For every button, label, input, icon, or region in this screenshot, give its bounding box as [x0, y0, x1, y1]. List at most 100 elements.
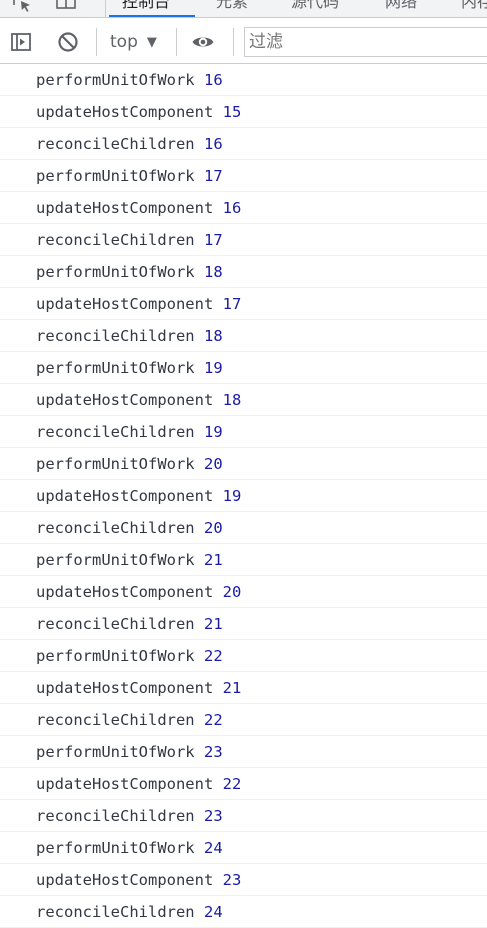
number-value: 17 [222, 295, 242, 313]
sidebar-toggle-icon[interactable] [9, 30, 33, 54]
console-message: updateHostComponent 23 [0, 864, 487, 896]
console-message: updateHostComponent 15 [0, 96, 487, 128]
message-text: reconcileChildren 20 [36, 519, 223, 537]
tab-sources[interactable]: 源代码 [291, 0, 339, 12]
console-message: reconcileChildren 18 [0, 320, 487, 352]
message-text: reconcileChildren 22 [36, 711, 223, 729]
message-text: performUnitOfWork 20 [36, 455, 223, 473]
number-value: 16 [222, 199, 242, 217]
console-message: updateHostComponent 20 [0, 576, 487, 608]
toolbar-separator [233, 28, 234, 56]
number-value: 24 [203, 903, 223, 921]
eye-icon[interactable] [191, 30, 215, 54]
tab-console[interactable]: 控制台 [122, 0, 170, 12]
console-message: performUnitOfWork 24 [0, 832, 487, 864]
context-selector[interactable]: top ▼ [110, 30, 157, 54]
function-name: updateHostComponent [36, 199, 214, 217]
function-name: performUnitOfWork [36, 647, 195, 665]
number-value: 23 [203, 807, 223, 825]
function-name: updateHostComponent [36, 295, 214, 313]
console-message: reconcileChildren 21 [0, 608, 487, 640]
console-message: reconcileChildren 16 [0, 128, 487, 160]
device-toolbar-icon[interactable] [55, 0, 77, 13]
number-value: 23 [203, 743, 223, 761]
console-message: updateHostComponent 19 [0, 480, 487, 512]
function-name: performUnitOfWork [36, 167, 195, 185]
number-value: 18 [203, 327, 223, 345]
console-messages: performUnitOfWork 16 updateHostComponent … [0, 64, 487, 928]
function-name: reconcileChildren [36, 519, 195, 537]
message-text: reconcileChildren 21 [36, 615, 223, 633]
console-message: performUnitOfWork 23 [0, 736, 487, 768]
message-text: updateHostComponent 15 [36, 103, 241, 121]
message-text: performUnitOfWork 23 [36, 743, 223, 761]
console-message: updateHostComponent 21 [0, 672, 487, 704]
message-text: updateHostComponent 20 [36, 583, 241, 601]
filter-input[interactable] [244, 27, 487, 57]
function-name: reconcileChildren [36, 807, 195, 825]
number-value: 16 [203, 71, 223, 89]
function-name: updateHostComponent [36, 583, 214, 601]
number-value: 20 [203, 519, 223, 537]
number-value: 21 [203, 551, 223, 569]
context-label: top [110, 32, 138, 52]
function-name: reconcileChildren [36, 423, 195, 441]
number-value: 22 [203, 711, 223, 729]
function-name: reconcileChildren [36, 711, 195, 729]
tab-separator [105, 0, 106, 17]
console-toolbar: top ▼ [0, 18, 487, 64]
tab-network[interactable]: 网络 [385, 0, 417, 12]
number-value: 20 [203, 455, 223, 473]
function-name: updateHostComponent [36, 679, 214, 697]
function-name: reconcileChildren [36, 231, 195, 249]
number-value: 16 [203, 135, 223, 153]
console-message: performUnitOfWork 21 [0, 544, 487, 576]
message-text: updateHostComponent 22 [36, 775, 241, 793]
message-text: updateHostComponent 16 [36, 199, 241, 217]
message-text: updateHostComponent 19 [36, 487, 241, 505]
number-value: 20 [222, 583, 242, 601]
message-text: performUnitOfWork 17 [36, 167, 223, 185]
console-message: reconcileChildren 24 [0, 896, 487, 928]
message-text: updateHostComponent 17 [36, 295, 241, 313]
console-message: performUnitOfWork 18 [0, 256, 487, 288]
number-value: 18 [203, 263, 223, 281]
console-message: performUnitOfWork 19 [0, 352, 487, 384]
message-text: reconcileChildren 19 [36, 423, 223, 441]
function-name: updateHostComponent [36, 871, 214, 889]
function-name: updateHostComponent [36, 103, 214, 121]
message-text: reconcileChildren 16 [36, 135, 223, 153]
tab-memory[interactable]: 内存 [461, 0, 487, 12]
clear-console-icon[interactable] [56, 30, 80, 54]
inspect-icon[interactable] [12, 0, 34, 13]
message-text: updateHostComponent 18 [36, 391, 241, 409]
console-message: performUnitOfWork 20 [0, 448, 487, 480]
message-text: performUnitOfWork 21 [36, 551, 223, 569]
tab-elements[interactable]: 元素 [216, 0, 248, 12]
console-message: updateHostComponent 22 [0, 768, 487, 800]
function-name: reconcileChildren [36, 327, 195, 345]
number-value: 19 [203, 359, 223, 377]
toolbar-separator [176, 28, 177, 56]
console-message: reconcileChildren 17 [0, 224, 487, 256]
message-text: reconcileChildren 18 [36, 327, 223, 345]
message-text: performUnitOfWork 24 [36, 839, 223, 857]
function-name: performUnitOfWork [36, 263, 195, 281]
number-value: 19 [222, 487, 242, 505]
number-value: 21 [222, 679, 242, 697]
function-name: performUnitOfWork [36, 839, 195, 857]
number-value: 15 [222, 103, 242, 121]
console-message: performUnitOfWork 22 [0, 640, 487, 672]
message-text: performUnitOfWork 16 [36, 71, 223, 89]
function-name: reconcileChildren [36, 135, 195, 153]
number-value: 21 [203, 615, 223, 633]
number-value: 17 [203, 167, 223, 185]
number-value: 18 [222, 391, 242, 409]
function-name: performUnitOfWork [36, 455, 195, 473]
function-name: performUnitOfWork [36, 551, 195, 569]
active-tab-indicator [109, 15, 195, 17]
console-message: performUnitOfWork 16 [0, 64, 487, 96]
message-text: updateHostComponent 23 [36, 871, 241, 889]
console-message: reconcileChildren 23 [0, 800, 487, 832]
message-text: reconcileChildren 24 [36, 903, 223, 921]
